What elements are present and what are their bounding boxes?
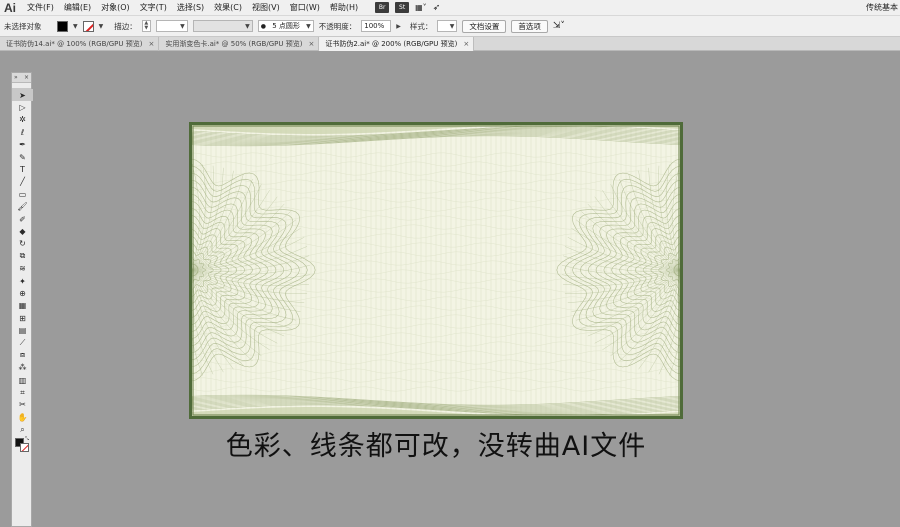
stroke-color-icon[interactable] — [20, 442, 29, 452]
menu-item[interactable]: 编辑(E) — [59, 2, 96, 13]
line-segment-tool-icon[interactable]: ╱ — [12, 176, 33, 188]
rotate-tool-icon[interactable]: ↻ — [12, 238, 33, 250]
document-tab[interactable]: 证书防伪14.ai* @ 100% (RGB/GPU 预览) × — [0, 37, 160, 51]
shaper-tool-icon[interactable]: ✐ — [12, 213, 33, 225]
fill-stroke-widget[interactable]: ⤡ — [12, 436, 31, 458]
stroke-weight-select[interactable]: ▼ — [155, 20, 188, 32]
opacity-input[interactable]: 100% — [361, 20, 392, 32]
stock-button[interactable]: St — [395, 2, 410, 13]
eyedropper-tool-icon[interactable]: ⟋ — [12, 337, 33, 349]
document-tab-label: 实用渐变色卡.ai* @ 50% (RGB/GPU 预览) — [165, 40, 303, 48]
preferences-button[interactable]: 首选项 — [511, 19, 548, 33]
certificate-guilloche-artwork — [192, 125, 680, 416]
selection-status: 未选择对象 — [4, 21, 42, 31]
menu-item[interactable]: 文字(T) — [135, 2, 172, 13]
type-tool-icon[interactable]: T — [12, 163, 33, 175]
app-logo: Ai — [4, 0, 16, 15]
direct-selection-tool-icon[interactable]: ▷ — [12, 101, 33, 113]
chevron-down-icon: ▼ — [180, 22, 185, 30]
menu-item[interactable]: 效果(C) — [209, 2, 247, 13]
menu-item[interactable]: 对象(O) — [96, 2, 135, 13]
mesh-tool-icon[interactable]: ⊞ — [12, 312, 33, 324]
bridge-button[interactable]: Br — [375, 2, 390, 13]
transform-options-icon[interactable]: ⇲˅ — [553, 21, 565, 31]
opacity-arrow-icon[interactable]: ▶ — [396, 23, 401, 30]
stroke-label: 描边： — [114, 21, 137, 31]
stroke-weight-stepper[interactable]: ▲ ▼ — [141, 20, 151, 32]
chevron-down-icon[interactable]: ▼ — [73, 23, 78, 30]
warp-tool-icon[interactable]: ≋ — [12, 262, 33, 274]
slice-tool-icon[interactable]: ✂ — [12, 399, 33, 411]
chevron-down-icon[interactable]: ▼ — [99, 23, 104, 30]
document-tab[interactable]: 实用渐变色卡.ai* @ 50% (RGB/GPU 预览) × — [159, 37, 320, 51]
chevron-down-icon: ▼ — [449, 22, 455, 30]
column-graph-tool-icon[interactable]: ▥ — [12, 374, 33, 386]
caption-text: 色彩、线条都可改，没转曲AI文件 — [225, 431, 647, 462]
brush-definition-select[interactable]: ● 5 点圆形 ▼ — [257, 20, 314, 32]
rectangle-tool-icon[interactable]: ▭ — [12, 188, 33, 200]
arrange-documents-icon[interactable]: ▦˅ — [415, 3, 427, 12]
menu-item[interactable]: 帮助(H) — [325, 2, 363, 13]
stroke-swatch[interactable] — [82, 20, 94, 32]
close-icon[interactable]: × — [463, 40, 469, 48]
style-label: 样式： — [409, 21, 433, 31]
close-icon[interactable]: × — [24, 74, 29, 81]
perspective-grid-tool-icon[interactable]: ▦ — [12, 300, 33, 312]
workspace-switcher[interactable]: 传统基本 — [866, 2, 898, 13]
document-tab-label: 证书防伪14.ai* @ 100% (RGB/GPU 预览) — [6, 40, 143, 48]
menu-item[interactable]: 视图(V) — [247, 2, 285, 13]
magic-wand-tool-icon[interactable]: ✲ — [12, 114, 33, 126]
zoom-tool-icon[interactable]: ⌕ — [12, 424, 33, 436]
gradient-tool-icon[interactable]: ▤ — [12, 324, 33, 336]
opacity-label: 不透明度： — [318, 21, 357, 31]
artboard-tool-icon[interactable]: ⌗ — [12, 386, 33, 398]
lasso-tool-icon[interactable]: ℓ — [12, 126, 33, 138]
control-bar: 未选择对象 ▼ ▼ 描边： ▲ ▼ ▼ ▼ ● 5 点圆形 ▼ 不透明度： 100… — [0, 15, 900, 37]
menu-items: 文件(F) 编辑(E) 对象(O) 文字(T) 选择(S) 效果(C) 视图(V) 窗口(W)… — [22, 2, 363, 13]
gpu-performance-icon[interactable]: ➶ — [433, 3, 441, 13]
menu-item[interactable]: 选择(S) — [172, 2, 209, 13]
brush-value: 5 点圆形 — [272, 22, 300, 30]
close-icon[interactable]: × — [308, 40, 314, 48]
fill-swatch[interactable] — [57, 20, 68, 32]
menu-bar: Ai 文件(F) 编辑(E) 对象(O) 文字(T) 选择(S) 效果(C) 视图(V) 窗口… — [0, 0, 900, 15]
pen-tool-icon[interactable]: ✒ — [12, 139, 33, 151]
scale-tool-icon[interactable]: ⧉ — [12, 250, 33, 262]
menu-extensions: Br St ▦˅ ➶ — [375, 2, 440, 13]
variable-width-select[interactable]: ▼ — [192, 20, 253, 32]
eraser-tool-icon[interactable]: ◆ — [12, 225, 33, 237]
chevron-down-icon: ▼ — [306, 22, 311, 30]
symbol-sprayer-tool-icon[interactable]: ⁂ — [12, 362, 33, 374]
document-tab[interactable]: 证书防伪2.ai* @ 200% (RGB/GPU 预览) × — [319, 37, 475, 51]
brush-dot-icon: ● — [260, 22, 266, 30]
curvature-tool-icon[interactable]: ✎ — [12, 151, 33, 163]
graphic-style-select[interactable]: ▼ — [437, 20, 458, 32]
expand-icon[interactable]: » — [14, 74, 18, 81]
selection-tool-icon[interactable]: ➤ — [12, 89, 33, 102]
document-tab-bar: 证书防伪14.ai* @ 100% (RGB/GPU 预览) × 实用渐变色卡.ai… — [0, 37, 900, 51]
puppet-warp-tool-icon[interactable]: ✦ — [12, 275, 33, 287]
document-setup-button[interactable]: 文档设置 — [462, 19, 507, 33]
chevron-down-icon: ▼ — [245, 22, 250, 30]
tool-list: ➤ ▷ ✲ ℓ ✒ ✎ T ╱ ▭ 🖌 ✐ ◆ ↻ ⧉ ≋ ✦ ⊕ ▦ ⊞ ▤ ⟋ ⧈ ⁂ ▥ ⌗ ✂ ✋ ⌕ — [12, 89, 33, 436]
close-icon[interactable]: × — [148, 40, 154, 48]
swap-fill-stroke-icon[interactable]: ⤡ — [25, 436, 29, 442]
document-tab-label: 证书防伪2.ai* @ 200% (RGB/GPU 预览) — [325, 40, 458, 48]
shape-builder-tool-icon[interactable]: ⊕ — [12, 287, 33, 299]
paintbrush-tool-icon[interactable]: 🖌 — [12, 201, 33, 213]
artboard[interactable] — [189, 122, 683, 419]
tools-panel: » × ➤ ▷ ✲ ℓ ✒ ✎ T ╱ ▭ 🖌 ✐ ◆ ↻ ⧉ ≋ ✦ ⊕ ▦ ⊞ ▤ ⟋ ⧈ ⁂ ▥ ⌗ ✂ ✋ ⌕ ⤡ — [11, 72, 33, 527]
menu-item[interactable]: 窗口(W) — [285, 2, 325, 13]
menu-item[interactable]: 文件(F) — [22, 2, 59, 13]
tools-panel-header[interactable]: » × — [12, 73, 31, 83]
blend-tool-icon[interactable]: ⧈ — [12, 349, 33, 361]
hand-tool-icon[interactable]: ✋ — [12, 411, 33, 423]
